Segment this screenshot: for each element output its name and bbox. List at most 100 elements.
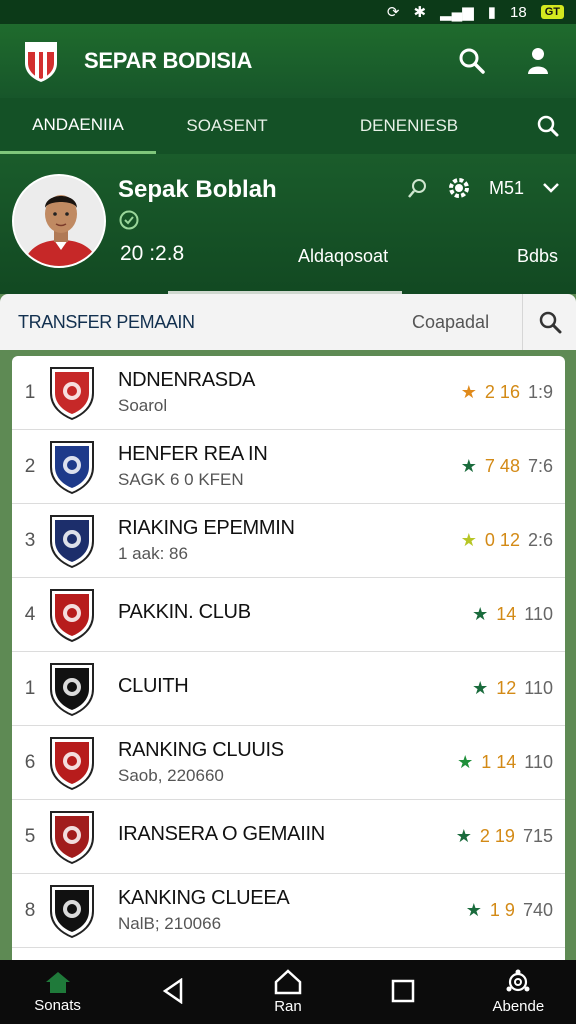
club-crest-icon	[50, 662, 94, 716]
club-name: CLUITH	[118, 675, 189, 697]
table-row[interactable]: 1 NDNENRASDA Soarol ★ 2 16 1:9	[12, 356, 565, 430]
nav-abende[interactable]: Abende	[468, 969, 568, 1015]
club-texts: KANKING CLUEEA NalB; 210066	[118, 887, 466, 934]
club-subtitle: SAGK 6 0 KFEN	[118, 470, 244, 489]
table-row[interactable]: 4 PAKKIN. CLUB ★ 14 110	[12, 578, 565, 652]
zoom-icon[interactable]	[407, 177, 429, 199]
status-bar: ⟳ ✱ ▂▄▆ ▮ 18 GT	[0, 0, 576, 24]
star-icon: ★	[472, 604, 489, 624]
star-icon: ★	[457, 752, 474, 772]
app-title: SEPAR BODISIA	[84, 48, 253, 73]
club-stat-primary: 1 9	[489, 900, 515, 920]
chevron-down-icon[interactable]	[542, 182, 560, 194]
nav-back[interactable]	[123, 977, 223, 1007]
nav-label: Sonats	[34, 997, 81, 1014]
rank-number: 6	[24, 751, 36, 773]
club-stats: ★ 2 19 715	[456, 826, 565, 847]
profile-name: Sepak Boblah	[118, 176, 277, 203]
club-subtitle: Soarol	[118, 396, 168, 415]
club-stats: ★ 1 14 110	[457, 752, 565, 773]
ranking-sheet: TRANSFER PEMAAIN 1 NDNENRASDA Soarol ★ 2…	[0, 294, 576, 960]
club-list: 1 NDNENRASDA Soarol ★ 2 16 1:9 2 HENFER …	[12, 356, 565, 960]
club-subtitle: NalB; 210066	[118, 914, 222, 933]
club-stat-secondary: 715	[522, 826, 553, 846]
profile-stat-2: Bdbs	[516, 246, 558, 266]
profile-stat-1: Aldaqosoat	[298, 246, 389, 266]
table-row[interactable]: 3 RIAKING EPEMMIN 1 aak: 86 ★ 0 12 2:6	[12, 504, 565, 578]
club-texts: RIAKING EPEMMIN 1 aak: 86	[118, 517, 461, 564]
rank-number: 8	[24, 899, 36, 921]
gear-icon[interactable]	[447, 176, 471, 200]
rank-number: 5	[24, 825, 36, 847]
tab-soasent[interactable]: SOASENT	[156, 98, 298, 154]
club-stats: ★ 0 12 2:6	[461, 530, 565, 551]
rank-number: 3	[24, 529, 36, 551]
nav-ran[interactable]: Ran	[238, 969, 338, 1015]
club-stats: ★ 12 110	[472, 678, 565, 699]
profile-button[interactable]	[522, 45, 554, 77]
table-row[interactable]: 5 IRANSERA O GEMAIIN ★ 2 19 715	[12, 800, 565, 874]
status-time: 18	[510, 3, 527, 21]
club-stat-secondary: 110	[524, 604, 553, 624]
table-row[interactable]: 2 HENFER REA IN SAGK 6 0 KFEN ★ 7 48 7:6	[12, 430, 565, 504]
nav-recent[interactable]	[353, 979, 453, 1006]
club-texts: IRANSERA O GEMAIIN	[118, 823, 456, 850]
club-stats: ★ 2 16 1:9	[461, 382, 565, 403]
profile-score: 20 :2.8	[120, 242, 185, 265]
profile-header: Sepak Boblah 20 :2.8 M51 Aldaqosoat Bdbs	[0, 154, 576, 294]
profile-action-label[interactable]: M51	[489, 178, 524, 199]
club-crest-icon	[50, 810, 94, 864]
club-name: HENFER REA IN	[118, 443, 268, 465]
search-input[interactable]	[412, 294, 522, 350]
club-texts: CLUITH	[118, 675, 472, 702]
transfer-searchbar: TRANSFER PEMAAIN	[0, 294, 576, 350]
settings-icon	[506, 969, 530, 992]
tab-deneniesb[interactable]: DENENIESB	[298, 98, 520, 154]
club-crest-icon	[50, 884, 94, 938]
table-row[interactable]: 8 KANKING CLUEEA NalB; 210066 ★ 1 9 740	[12, 874, 565, 948]
avatar[interactable]	[12, 174, 106, 268]
club-subtitle: 1 aak: 86	[118, 544, 188, 563]
club-stat-secondary: 740	[522, 900, 553, 920]
signal-icon: ▂▄▆	[440, 4, 474, 21]
tab-search-button[interactable]	[520, 98, 576, 154]
person-icon	[528, 48, 548, 74]
club-stat-secondary: 7:6	[527, 456, 553, 476]
search-icon	[537, 115, 559, 137]
club-stat-primary: 0 12	[484, 530, 520, 550]
club-texts: RANKING CLUUIS Saob, 220660	[118, 739, 457, 786]
club-crest-icon	[50, 440, 94, 494]
home-outline-icon	[274, 969, 302, 995]
star-icon: ★	[460, 382, 477, 402]
rank-number: 2	[24, 455, 36, 477]
star-icon: ★	[472, 678, 489, 698]
club-crest-icon	[50, 736, 94, 790]
app-logo-icon	[25, 42, 57, 82]
nav-sonats[interactable]: Sonats	[8, 970, 108, 1014]
club-stat-secondary: 2:6	[527, 530, 553, 550]
club-stat-primary: 2 16	[484, 382, 520, 402]
searchbar-title: TRANSFER PEMAAIN	[18, 311, 195, 332]
search-button[interactable]	[456, 45, 488, 77]
rank-number: 1	[24, 381, 36, 403]
club-stat-secondary: 1:9	[527, 382, 553, 402]
club-subtitle: Saob, 220660	[118, 766, 224, 785]
club-stat-secondary: 110	[524, 678, 553, 698]
nav-label: Ran	[274, 998, 302, 1015]
tab-bar: ANDAENIIA SOASENT DENENIESB	[0, 98, 576, 154]
tab-andaeniia[interactable]: ANDAENIIA	[0, 98, 156, 154]
rank-number: 4	[24, 603, 36, 625]
club-stat-secondary: 110	[524, 752, 553, 772]
club-name: PAKKIN. CLUB	[118, 601, 251, 623]
back-icon	[162, 977, 183, 1004]
searchbar-search-button[interactable]	[522, 294, 576, 350]
sd-icon: ▮	[487, 4, 497, 21]
club-name: RIAKING EPEMMIN	[118, 517, 295, 539]
club-texts: NDNENRASDA Soarol	[118, 369, 461, 416]
home-icon	[45, 972, 70, 993]
club-name: NDNENRASDA	[118, 369, 256, 391]
club-stat-primary: 12	[496, 678, 517, 698]
table-row[interactable]: 1 CLUITH ★ 12 110	[12, 652, 565, 726]
table-row[interactable]: 6 RANKING CLUUIS Saob, 220660 ★ 1 14 110	[12, 726, 565, 800]
club-crest-icon	[50, 366, 94, 420]
